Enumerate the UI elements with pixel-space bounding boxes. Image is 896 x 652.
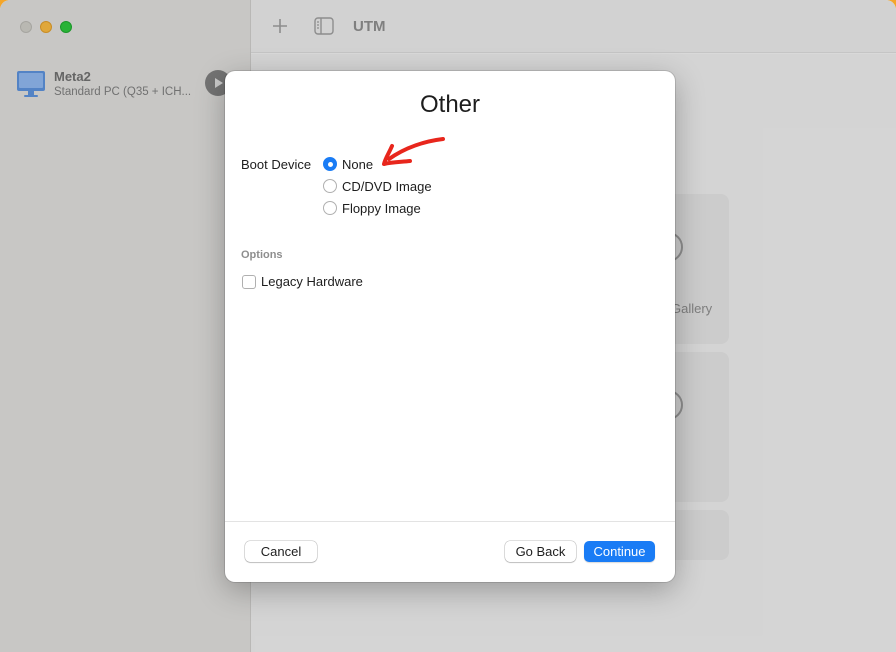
- radio-label: Floppy Image: [342, 200, 421, 216]
- continue-button[interactable]: Continue: [584, 541, 655, 562]
- radio-button-selected[interactable]: [323, 157, 337, 171]
- dialog-divider: [225, 521, 675, 522]
- radio-cd-dvd-image[interactable]: CD/DVD Image: [323, 177, 432, 195]
- red-arrow-icon: [382, 137, 445, 166]
- radio-label: CD/DVD Image: [342, 178, 432, 194]
- utm-window: Meta2 Standard PC (Q35 + ICH... UTM Gall…: [0, 0, 896, 652]
- dialog-title: Other: [419, 91, 481, 118]
- legacy-hardware-checkbox[interactable]: [242, 274, 256, 289]
- boot-device-label: Boot Device: [241, 157, 312, 172]
- cancel-button[interactable]: Cancel: [245, 541, 317, 562]
- options-header: Options: [241, 249, 283, 261]
- radio-button[interactable]: [323, 201, 337, 215]
- radio-button[interactable]: [323, 179, 337, 193]
- go-back-button[interactable]: Go Back: [505, 541, 576, 562]
- legacy-hardware-label: Legacy Hardware: [261, 274, 363, 289]
- legacy-hardware-checkbox-row[interactable]: Legacy Hardware: [242, 274, 363, 289]
- radio-floppy-image[interactable]: Floppy Image: [323, 199, 421, 217]
- radio-label: None: [342, 156, 374, 172]
- radio-none[interactable]: None: [323, 155, 373, 173]
